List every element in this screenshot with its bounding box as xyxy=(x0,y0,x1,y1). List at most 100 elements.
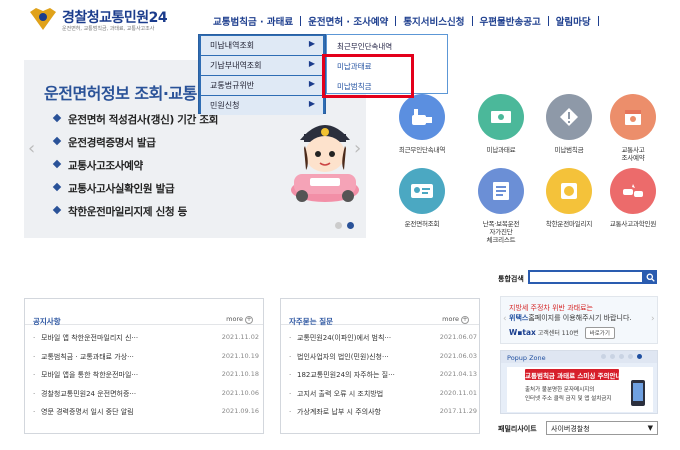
hero-dot[interactable] xyxy=(335,222,342,229)
menu-item-violation[interactable]: 교통법규위반 ▶ xyxy=(201,76,323,95)
notice-row[interactable]: · 영문 경력증명서 일시 중단 알림 2021.09.16 xyxy=(33,407,259,426)
banner-line3: W▪tax 고객센터 110번 바로가기 xyxy=(509,327,615,339)
hero-item[interactable]: 교통사고조사예약 xyxy=(52,158,218,181)
nav-fines[interactable]: 교통범칙금 · 과태료 xyxy=(206,14,300,28)
hero-item[interactable]: 착한운전마일리지제 신청 등 xyxy=(52,204,218,227)
quick-item-label: 교통사고과학인원 xyxy=(609,220,657,228)
wetax-logo: W▪tax xyxy=(509,328,536,337)
faq-row[interactable]: · 교통민원24(이파인)에서 범칙··· 2021.06.07 xyxy=(289,333,477,352)
faq-row[interactable]: · 고지서 출력 오류 시 조치방법 2020.11.01 xyxy=(289,389,477,408)
faq-more-button[interactable]: more + xyxy=(442,315,469,324)
quick-item-label: 미납과태료 xyxy=(486,146,516,154)
quick-item-label: 자가진단 xyxy=(489,228,513,236)
search-input[interactable] xyxy=(528,270,644,284)
quick-item-label: 체크리스트 xyxy=(486,236,516,244)
page: 경찰청교통민원24 운전면허, 교통범칙금, 과태료, 교통사고조사 교통범칙금… xyxy=(0,0,680,450)
wetax-banner[interactable]: ‹ › 지방세 주정차 위반 과태료는 위택스홈페이지를 이용해주시기 바랍니다… xyxy=(500,296,658,344)
quick-item-recent-enforcement[interactable]: 최근무인단속내역 xyxy=(387,94,457,154)
popup-dot[interactable] xyxy=(637,354,642,359)
money-icon xyxy=(478,94,524,140)
submenu-recent-enforcement[interactable]: 최근무인단속내역 xyxy=(330,37,444,55)
popup-dot[interactable] xyxy=(628,354,633,359)
hero-list: 운전면허 적성검사(갱신) 기간 조회 운전경력증명서 발급 교통사고조사예약 … xyxy=(52,112,218,227)
calendar-icon xyxy=(610,94,656,140)
quick-item-label: 조사예약 xyxy=(621,154,645,162)
nav-divider xyxy=(597,16,599,26)
quick-item-label: 최근무인단속내역 xyxy=(398,146,446,154)
menu-item-civil-request[interactable]: 민원신청 ▶ xyxy=(201,96,323,115)
nav-returned-mail[interactable]: 우편물반송공고 xyxy=(473,14,548,28)
notice-title: 공지사항 xyxy=(33,317,61,326)
hero-item[interactable]: 교통사고사실확인원 발급 xyxy=(52,181,218,204)
hero-prev-icon[interactable]: ‹ xyxy=(28,138,35,159)
nav-license[interactable]: 운전면허 · 조사예약 xyxy=(301,14,395,28)
popup-zone: Popup Zone 교통범칙금 과태료 스미싱 주의안내 출처가 불분명한 문… xyxy=(500,350,658,414)
popup-dot[interactable] xyxy=(601,354,606,359)
popup-dot[interactable] xyxy=(610,354,615,359)
quick-item-accident-confirmation[interactable]: 교통사고과학인원 xyxy=(598,168,668,228)
nav-notification[interactable]: 통지서비스신청 xyxy=(396,14,471,28)
family-site-label: 패밀리사이트 xyxy=(498,425,537,433)
chevron-right-icon: ▶ xyxy=(308,59,315,68)
quick-item-unpaid-penalty[interactable]: 미납범칙금 xyxy=(534,94,604,154)
car-crash-icon xyxy=(610,168,656,214)
quick-item-label: 미납범칙금 xyxy=(554,146,584,154)
fines-dropdown-menu: 미납내역조회 ▶ 기납부내역조회 ▶ 교통법규위반 ▶ 민원신청 ▶ xyxy=(198,34,326,115)
quick-item-road-rage-check[interactable]: 난폭·보복운전 자가진단 체크리스트 xyxy=(466,168,536,244)
search-button[interactable] xyxy=(643,270,657,284)
faq-row[interactable]: · 182교통민원24의 자주하는 질··· 2021.04.13 xyxy=(289,370,477,389)
quick-item-label: 교통사고 xyxy=(621,146,645,154)
faq-title: 자주묻는 질문 xyxy=(289,317,334,326)
nav-notice[interactable]: 알림마당 xyxy=(549,14,598,28)
notice-row[interactable]: · 교통범칙금 · 교통과태료 가상··· 2021.10.19 xyxy=(33,352,259,371)
quick-item-accident-reservation[interactable]: 교통사고 조사예약 xyxy=(598,94,668,162)
hero-item[interactable]: 운전경력증명서 발급 xyxy=(52,135,218,158)
chevron-down-icon: ▼ xyxy=(647,424,653,432)
menu-item-paid-history[interactable]: 기납부내역조회 ▶ xyxy=(201,56,323,75)
faq-row[interactable]: · 가상계좌로 납부 시 주의사항 2017.11.29 xyxy=(289,407,477,426)
site-title: 경찰청교통민원24 xyxy=(62,10,168,26)
popup-header: Popup Zone xyxy=(501,351,657,363)
banner-line1: 지방세 주정차 위반 과태료는 xyxy=(509,304,593,312)
quick-item-license-lookup[interactable]: 운전면허조회 xyxy=(387,168,457,228)
banner-prev-icon[interactable]: ‹ xyxy=(503,314,507,324)
popup-dot[interactable] xyxy=(619,354,624,359)
family-site-select[interactable]: 사이버경찰청 ▼ xyxy=(546,421,658,435)
quick-item-label: 운전면허조회 xyxy=(404,220,440,228)
checklist-icon xyxy=(478,168,524,214)
quick-item-label: 난폭·보복운전 xyxy=(482,220,520,228)
notice-board: 공지사항 more + · 모바일 앱 착한운전마일리지 신··· 2021.11.0… xyxy=(24,298,264,434)
notice-row[interactable]: · 모바일 앱 착한운전마일리지 신··· 2021.11.02 xyxy=(33,333,259,352)
faq-board: 자주묻는 질문 more + · 교통민원24(이파인)에서 범칙··· 2021.0… xyxy=(280,298,480,434)
header: 경찰청교통민원24 운전면허, 교통범칙금, 과태료, 교통사고조사 교통범칙금… xyxy=(0,0,680,38)
notice-row[interactable]: · 모바일 앱을 통한 착한운전마일··· 2021.10.18 xyxy=(33,370,259,389)
chevron-right-icon: ▶ xyxy=(308,99,315,108)
notice-header: 공지사항 more + xyxy=(25,299,263,326)
smartphone-icon xyxy=(631,380,645,406)
hero-dot[interactable] xyxy=(347,222,354,229)
camera-icon xyxy=(399,94,445,140)
hero-item[interactable]: 운전면허 적성검사(갱신) 기간 조회 xyxy=(52,112,218,135)
popup-content[interactable]: 교통범칙금 과태료 스미싱 주의안내 출처가 불분명한 문자메시지의 인터넷 주… xyxy=(507,367,653,412)
quick-item-unpaid-fine[interactable]: 미납과태료 xyxy=(466,94,536,154)
banner-next-icon[interactable]: › xyxy=(651,314,655,324)
banner-line2: 위택스홈페이지를 이용해주시기 바랍니다. xyxy=(509,314,632,322)
menu-item-unpaid-lookup[interactable]: 미납내역조회 ▶ xyxy=(201,36,323,55)
notice-more-button[interactable]: more + xyxy=(226,315,253,324)
quick-item-good-driving-mileage[interactable]: 착한운전마일리지 xyxy=(534,168,604,228)
popup-line: 인터넷 주소 클릭 금지 및 앱 설치금지 xyxy=(525,396,612,402)
notice-list: · 모바일 앱 착한운전마일리지 신··· 2021.11.02 · 교통범칙금 · … xyxy=(33,333,259,426)
notice-row[interactable]: · 경찰청교통민원24 운전면허증··· 2021.10.06 xyxy=(33,389,259,408)
hero-title: 운전면허정보 조회·교통 xyxy=(44,84,197,103)
warning-icon xyxy=(546,94,592,140)
wetax-go-button[interactable]: 바로가기 xyxy=(584,327,615,339)
site-logo[interactable]: 경찰청교통민원24 운전면허, 교통범칙금, 과태료, 교통사고조사 xyxy=(28,6,178,34)
search-icon xyxy=(646,273,655,282)
faq-row[interactable]: · 법인사업자의 법인(민원)신청··· 2021.06.03 xyxy=(289,352,477,371)
main-nav: 교통범칙금 · 과태료 운전면허 · 조사예약 통지서비스신청 우편물반송공고 … xyxy=(206,13,599,29)
license-icon xyxy=(399,168,445,214)
faq-header: 자주묻는 질문 more + xyxy=(281,299,479,326)
popup-line: 출처가 불분명한 문자메시지의 xyxy=(525,387,595,393)
chevron-right-icon: ▶ xyxy=(308,79,315,88)
search-label: 통합검색 xyxy=(498,275,524,283)
